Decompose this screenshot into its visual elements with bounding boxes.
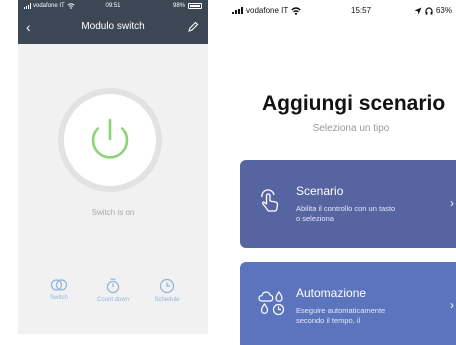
clock-icon (159, 278, 175, 294)
schedule-label: Schedule (154, 297, 180, 303)
status-bar-carrier: vodafone IT (232, 6, 301, 15)
signal-icon (232, 7, 243, 14)
timer-icon (106, 278, 120, 294)
status-bar: vodafone IT 15:57 63% (226, 6, 456, 18)
add-scenario-screen: vodafone IT 15:57 63% Aggiungi scenario … (226, 0, 456, 345)
pencil-icon[interactable] (187, 21, 199, 33)
location-arrow-icon (414, 7, 422, 14)
weather-clock-icon (258, 290, 285, 316)
automation-card-description: Eseguire automaticamente secondo il temp… (296, 306, 386, 325)
scenario-card-description: Abilita il controllo con un tasto o sele… (296, 204, 396, 223)
battery-icon (188, 3, 202, 9)
nav-bar: vodafone IT 09:51 98% ‹ Modulo switch (18, 0, 208, 44)
count-down-button[interactable]: Count down (88, 278, 138, 303)
chevron-right-icon: › (450, 298, 454, 312)
wifi-icon (291, 6, 301, 15)
scenario-card-title: Scenario (296, 184, 344, 198)
switch-tab-button[interactable]: Switch (34, 278, 84, 301)
schedule-button[interactable]: Schedule (142, 278, 192, 303)
chevron-right-icon: › (450, 196, 454, 210)
power-icon (91, 118, 129, 159)
tap-hand-icon (261, 189, 279, 212)
status-bar-time: 15:57 (351, 6, 372, 15)
page-title: Aggiungi scenario (262, 92, 446, 115)
status-bar-battery: 63% (414, 6, 452, 15)
scenario-card[interactable]: Scenario Abilita il controllo con un tas… (240, 160, 456, 248)
toggle-icon (50, 279, 68, 291)
headphones-icon (425, 6, 433, 15)
page-subtitle: Seleziona un tipo (312, 123, 390, 134)
count-down-label: Count down (96, 297, 130, 303)
automation-card-title: Automazione (296, 286, 367, 300)
power-button[interactable] (64, 94, 156, 186)
switch-module-screen: vodafone IT 09:51 98% ‹ Modulo switch Sw… (18, 0, 208, 334)
status-bar-battery: 98% (173, 3, 202, 9)
automation-card[interactable]: Automazione Eseguire automaticamente sec… (240, 262, 456, 345)
switch-tab-label: Switch (50, 295, 68, 301)
page-title: Modulo switch (81, 21, 145, 32)
switch-status-text: Switch is on (91, 208, 135, 217)
